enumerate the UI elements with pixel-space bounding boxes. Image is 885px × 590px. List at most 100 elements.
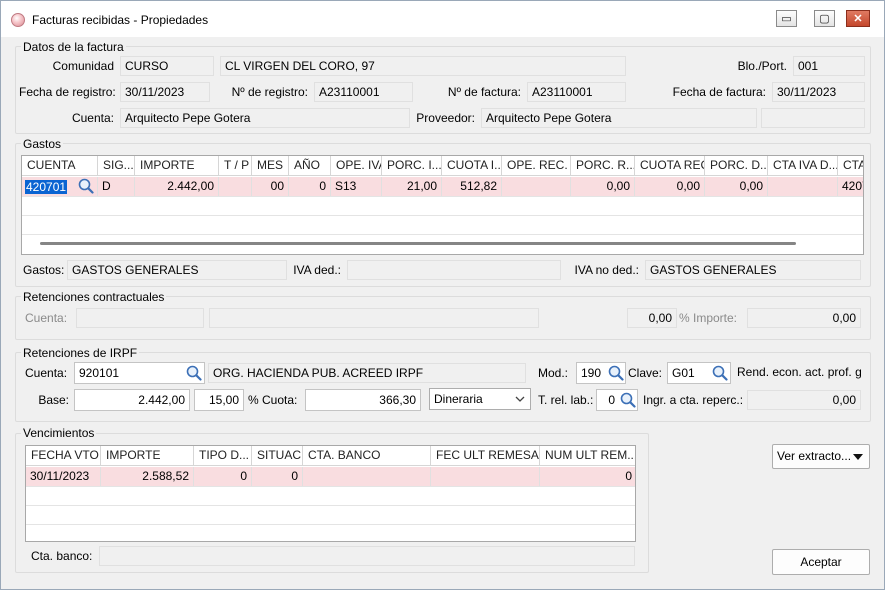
blo-port-value: 001 [793,56,865,76]
gastos-col-importe[interactable]: IMPORTE [135,156,219,176]
gastos-col-cta[interactable]: CTA [838,156,863,176]
fecha-registro-value: 30/11/2023 [120,82,210,102]
maximize-button[interactable]: ▢ [814,10,835,27]
tipo-select-value: Dineraria [434,392,483,406]
gastos-cell-importe[interactable]: 2.442,00 [135,177,219,196]
clave-label: Clave: [628,366,663,380]
gastos-cell-ano[interactable]: 0 [289,177,331,196]
chevron-down-icon [515,396,525,402]
gastos-col-porcd[interactable]: PORC. D... [705,156,768,176]
venc-cell-fecremesa[interactable] [431,467,540,486]
fecha-registro-label: Fecha de registro: [19,85,116,99]
cuota-input[interactable]: 366,30 [305,389,421,411]
venc-col-situac[interactable]: SITUAC. [252,446,303,466]
gastos-col-tp[interactable]: T / P [219,156,252,176]
gastos-col-cuenta[interactable]: CUENTA [22,156,98,176]
gastos-col-cuotarec[interactable]: CUOTA REC. [635,156,705,176]
ingr-label: Ingr. a cta. reperc.: [643,393,744,407]
venc-col-fecremesa[interactable]: FEC ULT REMESA [431,446,540,466]
invoice-data-title: Datos de la factura [21,40,126,54]
base-input[interactable]: 2.442,00 [74,389,190,411]
gastos-grid[interactable]: CUENTA SIG... IMPORTE T / P MES AÑO OPE.… [21,155,864,255]
gastos-cell-porcr[interactable]: 0,00 [571,177,635,196]
gastos-col-ctaivad[interactable]: CTA IVA D... [768,156,838,176]
venc-col-tipo[interactable]: TIPO D... [194,446,252,466]
app-icon [11,13,25,27]
gastos-cell-mes[interactable]: 00 [252,177,289,196]
iva-no-ded-value: GASTOS GENERALES [645,260,861,280]
trel-search-icon[interactable] [620,392,636,408]
blo-port-label: Blo./Port. [737,59,787,73]
ret-contr-pct: 0,00 [627,308,677,328]
horizontal-scrollbar[interactable] [40,242,796,245]
gastos-cell-porci[interactable]: 21,00 [382,177,442,196]
retenciones-contractuales-title: Retenciones contractuales [21,290,167,304]
properties-window: Facturas recibidas - Propiedades ▭ ▢ ✕ D… [0,0,885,590]
venc-cell-importe[interactable]: 2.588,52 [101,467,194,486]
irpf-cuenta-label: Cuenta: [25,366,68,380]
ver-extracto-label: Ver extracto... [777,449,852,463]
dropdown-arrow-icon [853,454,863,460]
gastos-col-ano[interactable]: AÑO [289,156,331,176]
venc-col-numremesa[interactable]: NUM ULT REM... [540,446,635,466]
gastos-cell-sig[interactable]: D [98,177,135,196]
gastos-cell-cuotarec[interactable]: 0,00 [635,177,705,196]
proveedor-value: Arquitecto Pepe Gotera [481,108,757,128]
comunidad-code: CURSO [120,56,214,76]
ingr-value: 0,00 [747,390,861,410]
window-title: Facturas recibidas - Propiedades [32,13,209,27]
aceptar-button[interactable]: Aceptar [772,549,870,575]
proveedor-extra [761,108,865,128]
venc-col-ctabanco[interactable]: CTA. BANCO [303,446,431,466]
cta-banco-value [99,546,635,566]
gastos-col-porcr[interactable]: PORC. R... [571,156,635,176]
mod-search-icon[interactable] [608,365,624,381]
search-icon[interactable] [78,178,94,194]
cuenta-selected-text[interactable]: 420701 [25,180,68,194]
minimize-button[interactable]: ▭ [776,10,797,27]
comunidad-name: CL VIRGEN DEL CORO, 97 [220,56,626,76]
gastos-col-mes[interactable]: MES [252,156,289,176]
irpf-cuenta-search-icon[interactable] [186,365,202,381]
gastos-col-porci[interactable]: PORC. I... [382,156,442,176]
gastos-col-operec[interactable]: OPE. REC. [502,156,571,176]
venc-col-fecha[interactable]: FECHA VTO [26,446,101,466]
gastos-cell-ctaivad[interactable] [768,177,838,196]
venc-cell-situac[interactable]: 0 [252,467,303,486]
fecha-factura-value: 30/11/2023 [772,82,865,102]
irpf-title: Retenciones de IRPF [21,346,140,360]
cuenta-value: Arquitecto Pepe Gotera [120,108,410,128]
mod-label: Mod.: [538,366,569,380]
close-button[interactable]: ✕ [846,10,870,27]
gastos-cell-cuotai[interactable]: 512,82 [442,177,502,196]
gastos-cell-opeiva[interactable]: S13 [331,177,382,196]
tipo-select[interactable]: Dineraria [429,388,531,410]
iva-ded-label: IVA ded.: [293,263,341,277]
venc-cell-numremesa[interactable]: 0 [540,467,635,486]
gastos-cell-porcd[interactable]: 0,00 [705,177,768,196]
venc-cell-ctabanco[interactable] [303,467,431,486]
cuota-label: % Cuota: [248,393,298,407]
gastos-cell-tp[interactable] [219,177,252,196]
pct-input[interactable]: 15,00 [194,389,244,411]
gastos-col-cuotai[interactable]: CUOTA I... [442,156,502,176]
venc-cell-tipo[interactable]: 0 [194,467,252,486]
iva-no-ded-label: IVA no ded.: [574,263,640,277]
gastos-col-opeiva[interactable]: OPE. IVA [331,156,382,176]
cuenta-label: Cuenta: [71,111,114,125]
num-registro-label: Nº de registro: [231,85,308,99]
gastos-cell-cta[interactable]: 4207 [838,177,863,196]
clave-search-icon[interactable] [712,365,728,381]
gastos-title: Gastos [21,137,64,151]
gastos-col-sig[interactable]: SIG... [98,156,135,176]
venc-col-importe[interactable]: IMPORTE [101,446,194,466]
vencimientos-grid[interactable]: FECHA VTO IMPORTE TIPO D... SITUAC. CTA.… [25,445,636,542]
gastos-cell-operec[interactable] [502,177,571,196]
gastos-cell-cuenta[interactable]: 420701 [22,177,98,196]
ver-extracto-button[interactable]: Ver extracto... [772,444,870,469]
ret-contr-cuenta-label: Cuenta: [25,311,68,325]
num-registro-value: A23110001 [314,82,413,102]
gastos-value: GASTOS GENERALES [67,260,287,280]
irpf-cuenta-name: ORG. HACIENDA PUB. ACREED IRPF [208,363,526,383]
venc-cell-fecha[interactable]: 30/11/2023 [26,467,101,486]
